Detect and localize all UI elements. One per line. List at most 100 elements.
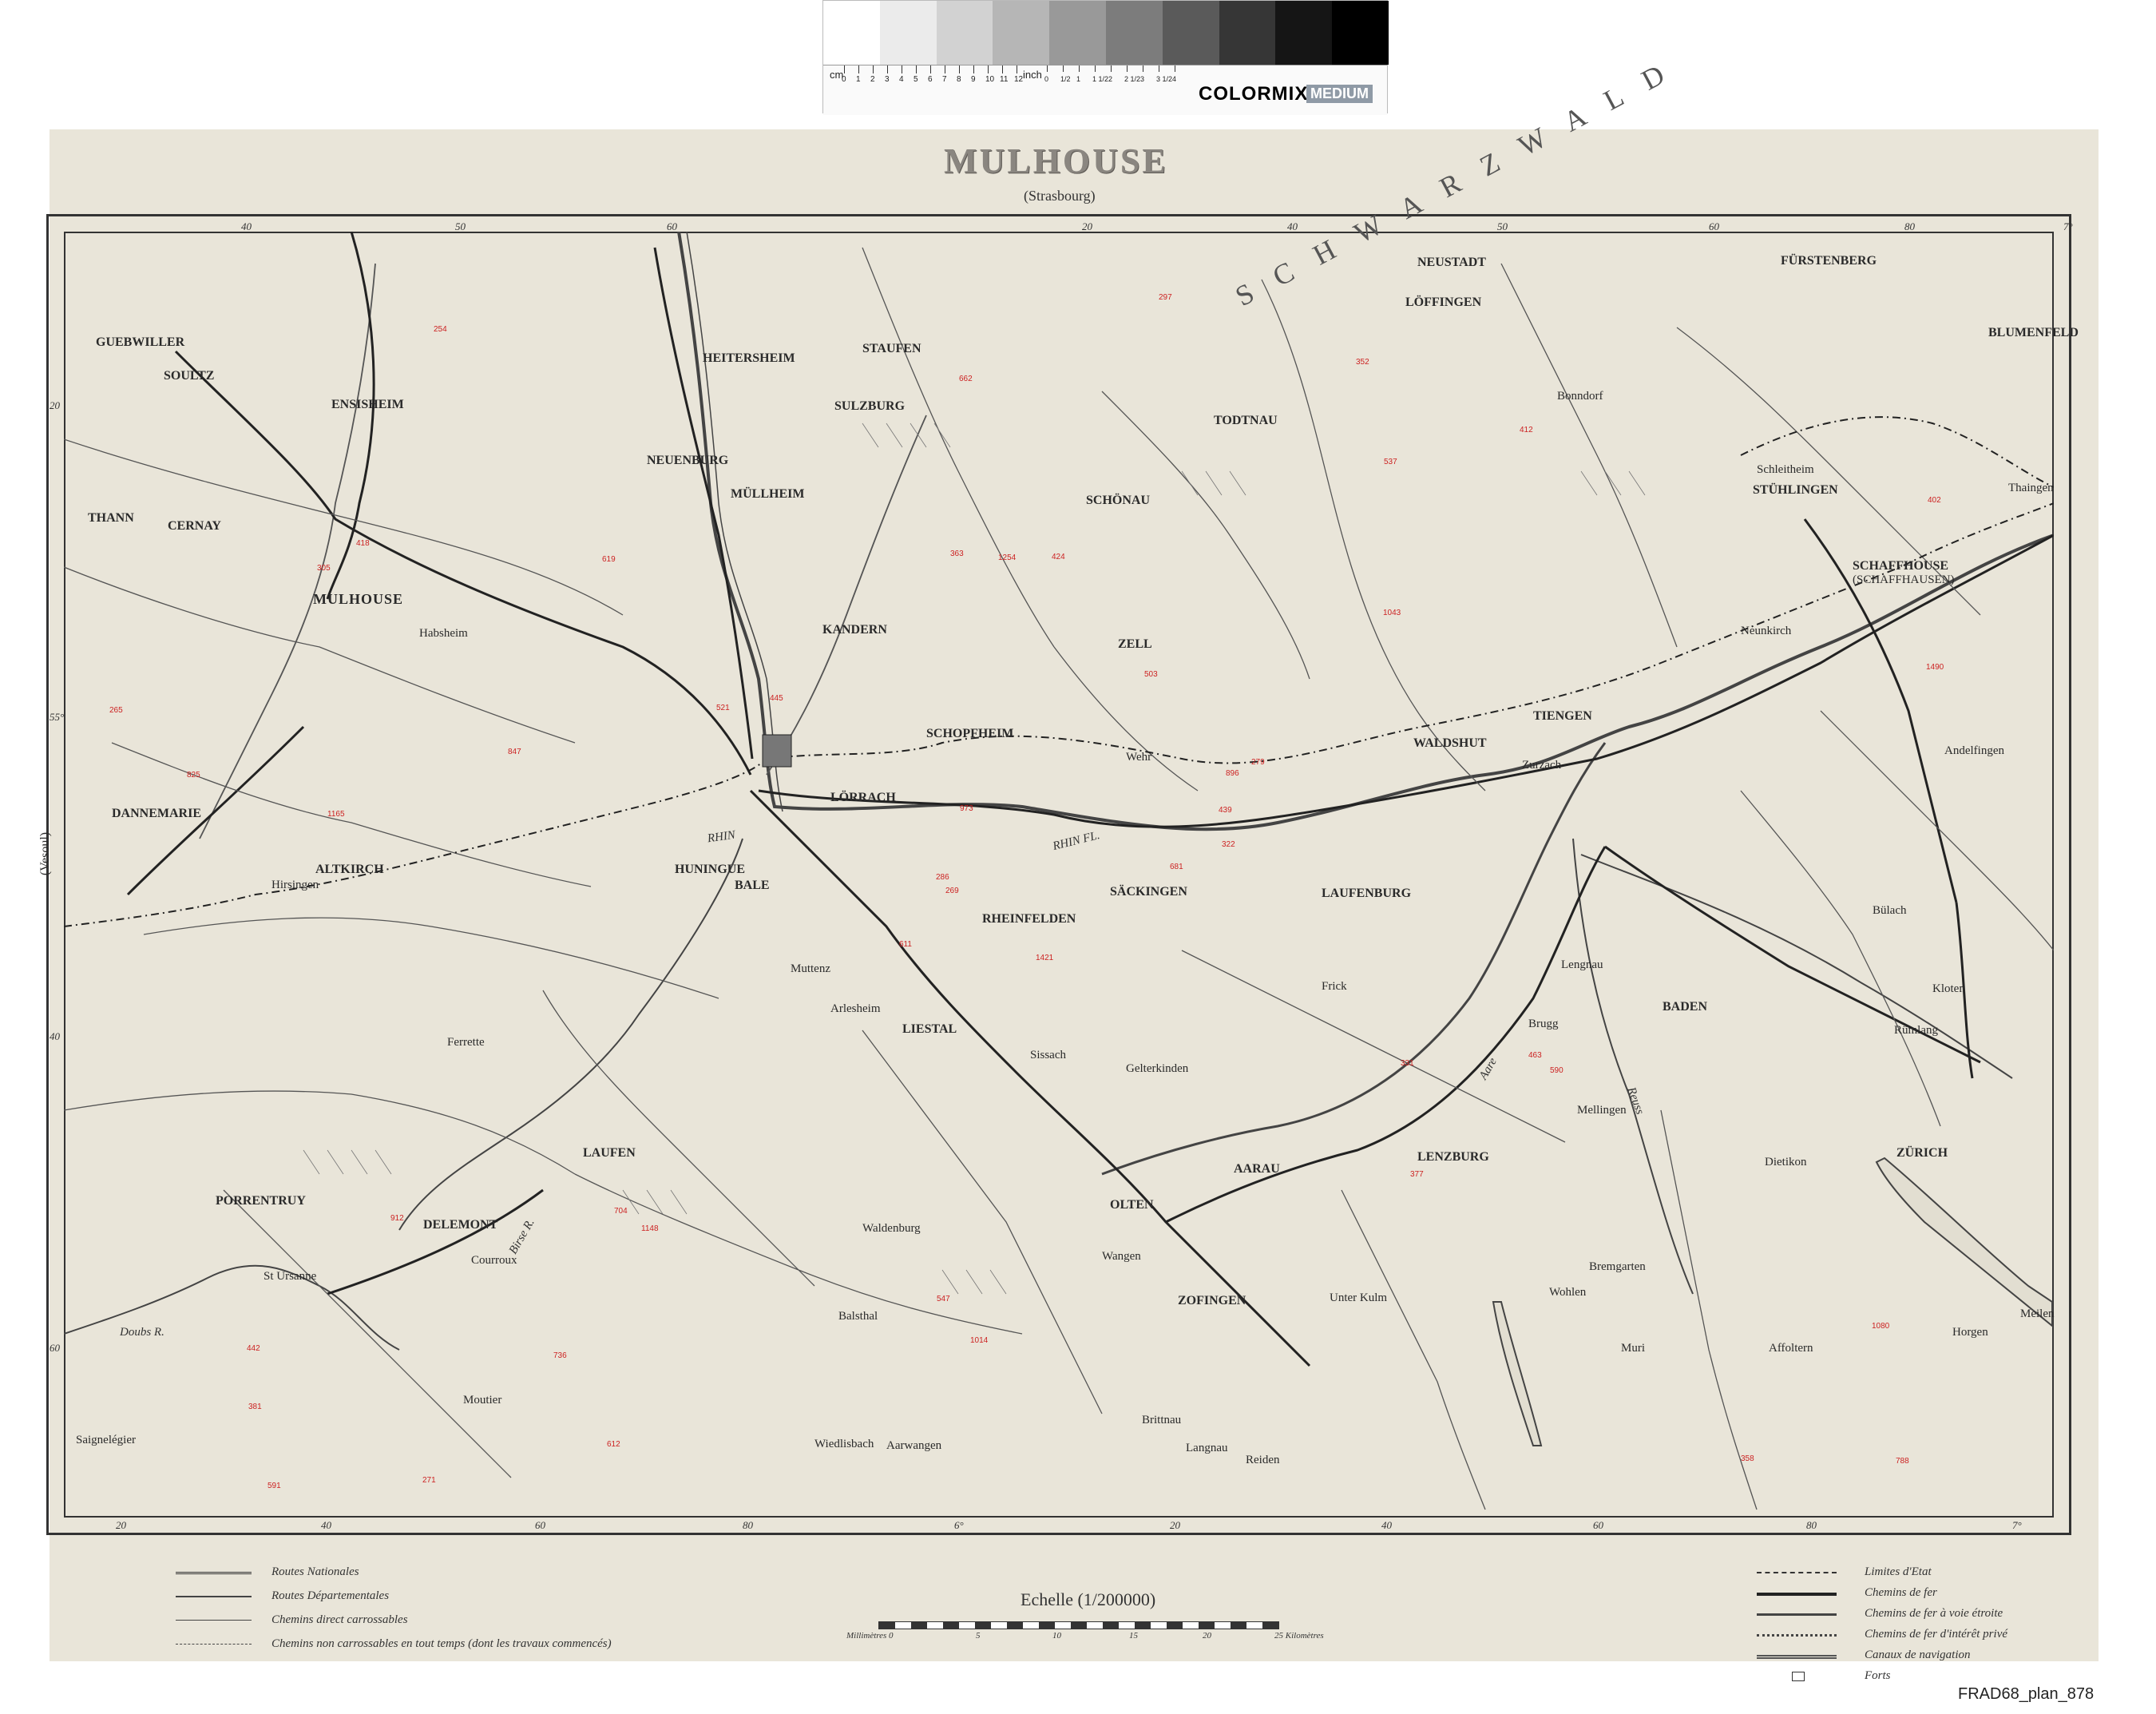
ruler-tick <box>858 65 859 73</box>
place-label-baden: BADEN <box>1663 1000 1708 1014</box>
place-label-staufen: STAUFEN <box>862 342 921 355</box>
altitude-mark: 704 <box>614 1207 628 1216</box>
inch-label: inch <box>1023 69 1042 81</box>
place-label-altkirch: ALTKIRCH <box>315 863 384 876</box>
place-label-meilen: Meilen <box>2020 1307 2055 1320</box>
ruler-number: 3 1/2 <box>1156 75 1173 83</box>
altitude-mark: 442 <box>247 1344 260 1353</box>
ruler-number: 4 <box>1172 75 1177 83</box>
place-label-gelterkinden: Gelterkinden <box>1126 1062 1189 1075</box>
ruler-tick <box>1002 65 1003 73</box>
color-swatch <box>936 1 993 65</box>
color-swatch <box>1049 1 1106 65</box>
ruler-number: 0 <box>842 75 846 84</box>
place-label-thaingen: Thaingen <box>2008 482 2054 494</box>
colormix-badge: MEDIUM <box>1306 85 1373 103</box>
graticule-left: 60 <box>50 1342 60 1354</box>
color-swatch <box>1332 1 1389 65</box>
place-label-reiden: Reiden <box>1246 1454 1280 1466</box>
ruler-number: 2 <box>870 75 875 84</box>
altitude-mark: 825 <box>187 771 200 780</box>
place-label-langnau: Langnau <box>1186 1442 1228 1454</box>
color-swatch <box>1275 1 1333 65</box>
place-label-sissach: Sissach <box>1030 1049 1066 1061</box>
legend-symbol-routes-nationales <box>176 1572 252 1574</box>
ruler-tick <box>844 65 845 73</box>
place-label-thann: THANN <box>88 511 134 525</box>
colormix-logo: COLORMIX <box>1199 83 1309 105</box>
graticule-bottom: 80 <box>1806 1519 1817 1531</box>
altitude-mark: 537 <box>1384 458 1397 466</box>
place-label-rheinfelden: RHEINFELDEN <box>982 912 1076 926</box>
place-label-bremgarten: Bremgarten <box>1589 1260 1646 1273</box>
altitude-mark: 611 <box>899 940 912 949</box>
legend-symbol-limites-etat <box>1757 1572 1837 1573</box>
doubs-river <box>64 1264 400 1351</box>
place-label-tiengen: TIENGEN <box>1533 709 1592 723</box>
place-label-aarwangen: Aarwangen <box>886 1439 942 1452</box>
legend-label: Limites d'Etat <box>1865 1565 1932 1578</box>
place-label-furstenberg: FÜRSTENBERG <box>1781 254 1877 268</box>
altitude-mark: 305 <box>317 564 331 573</box>
ruler-tick <box>1047 65 1048 72</box>
legend-symbol-chemins-de-fer <box>1757 1593 1837 1596</box>
place-label-schaffhouse: SCHAFFHOUSE <box>1853 559 1949 573</box>
graticule-left: 40 <box>50 1030 60 1042</box>
place-label-laufenburg: LAUFENBURG <box>1322 887 1412 900</box>
wiese-river <box>766 415 927 776</box>
legend-row-routes-departementales: Routes Départementales <box>176 1589 735 1604</box>
color-swatch <box>879 1 937 65</box>
map-subtitle: (Strasbourg) <box>1024 188 1096 204</box>
legend-symbol-voie-etroite <box>1757 1613 1837 1616</box>
ruler-tick <box>887 65 888 73</box>
scale-title: Echelle (1/200000) <box>1021 1589 1156 1609</box>
place-label-mulhouse: MULHOUSE <box>313 591 404 607</box>
color-swatch <box>993 1 1050 65</box>
altitude-mark: 1165 <box>327 810 345 819</box>
place-label-unterkulm: Unter Kulm <box>1330 1291 1388 1304</box>
place-label-cernay: CERNAY <box>168 519 221 533</box>
ruler-tick <box>959 65 960 73</box>
place-label-zofingen: ZOFINGEN <box>1178 1294 1246 1307</box>
legend-row-voie-etroite: Chemins de fer à voie étroite <box>1757 1607 2044 1621</box>
graticule-top: 7° <box>2063 220 2073 232</box>
place-label-zurzach: Zurzach <box>1522 759 1562 772</box>
scale-bar <box>878 1621 1279 1629</box>
ruler-number: 12 <box>1014 75 1024 84</box>
place-label-wiedlisbach: Wiedlisbach <box>814 1438 874 1450</box>
ruler-tick <box>873 65 874 73</box>
place-label-wohlen: Wohlen <box>1549 1286 1587 1299</box>
scale-label: 15 <box>1129 1631 1138 1641</box>
legend-row-chemins-carrossables: Chemins direct carrossables <box>176 1613 735 1628</box>
place-label-muri: Muri <box>1621 1342 1645 1355</box>
place-label-neuenburg: NEUENBURG <box>647 454 729 467</box>
legend-label: Chemins direct carrossables <box>271 1613 408 1626</box>
place-label-schaffhausen: (SCHAFFHAUSEN) <box>1853 573 1955 586</box>
legend-symbol-chemins-carrossables <box>176 1620 252 1621</box>
altitude-mark: 381 <box>248 1403 262 1411</box>
scale-label: 5 <box>976 1631 981 1641</box>
place-label-huningue: HUNINGUE <box>675 863 746 876</box>
place-label-dietikon: Dietikon <box>1765 1156 1807 1168</box>
ruler-number: 1/2 <box>1060 75 1071 83</box>
color-calibration-bar: cm inch 0 1 2 3 4 5 6 7 8 9 10 11 12 0 1/2 1 1 1/2 2 2 1/2… <box>822 0 1389 115</box>
place-label-zell: ZELL <box>1118 637 1152 651</box>
ruler-tick <box>1063 65 1064 72</box>
ruler-tick <box>1095 65 1096 72</box>
graticule-top: 60 <box>667 220 677 232</box>
place-label-lenggau: Lengnau <box>1561 958 1603 971</box>
place-label-habsheim: Habsheim <box>419 627 468 640</box>
altitude-mark: 402 <box>1928 496 1941 505</box>
ruler-number: 1 <box>1076 75 1081 83</box>
altitude-mark: 1080 <box>1872 1322 1890 1331</box>
place-label-ensisheim: ENSISHEIM <box>331 398 404 411</box>
place-label-wangen: Wangen <box>1102 1250 1141 1263</box>
legend-symbol-forts <box>1792 1672 1805 1681</box>
altitude-mark: 681 <box>1170 863 1183 871</box>
place-label-stuhlingen: STÜHLINGEN <box>1753 483 1838 497</box>
graticule-bottom: 80 <box>743 1519 753 1531</box>
place-label-brittnau: Brittnau <box>1142 1414 1182 1426</box>
place-label-todtnau: TODTNAU <box>1214 414 1278 427</box>
color-swatch <box>1219 1 1276 65</box>
basel-city <box>762 734 792 768</box>
